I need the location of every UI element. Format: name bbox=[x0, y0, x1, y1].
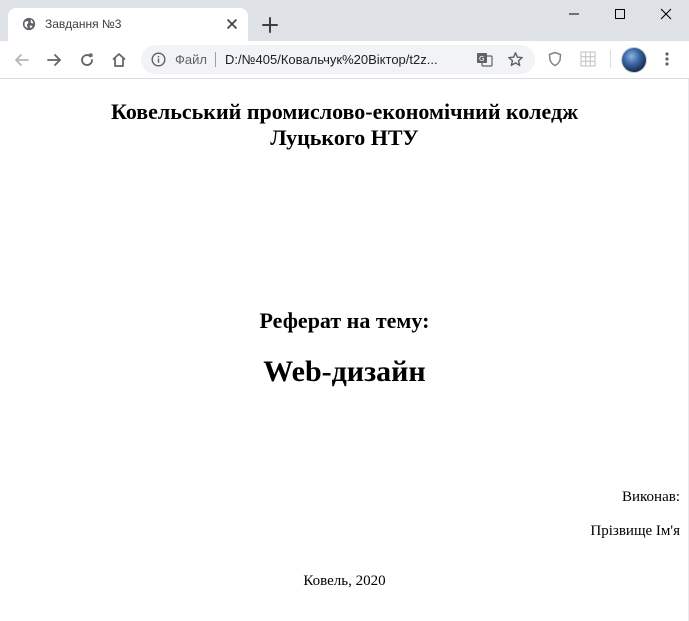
browser-window: Завдання №3 Файл D:/№405/Ковальчук%20Вік… bbox=[0, 0, 689, 621]
plus-icon[interactable] bbox=[261, 16, 279, 34]
home-icon[interactable] bbox=[110, 51, 128, 69]
author-name: Прізвище Ім'я bbox=[590, 523, 680, 539]
star-icon[interactable] bbox=[507, 51, 524, 68]
reload-icon[interactable] bbox=[78, 51, 96, 69]
avatar[interactable] bbox=[622, 48, 646, 72]
url-scheme-label: Файл bbox=[175, 52, 207, 67]
info-icon[interactable] bbox=[151, 52, 166, 67]
translate-icon[interactable]: G bbox=[476, 51, 493, 68]
tab-active[interactable]: Завдання №3 bbox=[8, 8, 248, 41]
minimize-icon bbox=[569, 13, 579, 15]
url-text[interactable]: D:/№405/Ковальчук%20Віктор/t2z... bbox=[225, 52, 438, 67]
maximize-button[interactable] bbox=[597, 0, 643, 30]
omnibox-divider bbox=[215, 52, 216, 67]
arrow-left-icon[interactable] bbox=[13, 51, 31, 69]
globe-icon bbox=[22, 17, 36, 31]
address-bar[interactable]: Файл D:/№405/Ковальчук%20Віктор/t2z... G bbox=[141, 45, 535, 74]
close-window-button[interactable] bbox=[643, 0, 689, 30]
city-year: Ковель, 2020 bbox=[303, 573, 386, 589]
minimize-button[interactable] bbox=[551, 0, 597, 30]
tab-title: Завдання №3 bbox=[45, 17, 122, 31]
close-icon[interactable] bbox=[226, 18, 238, 30]
tab-strip: Завдання №3 bbox=[0, 0, 689, 41]
maximize-icon bbox=[615, 9, 625, 19]
kebab-menu-icon[interactable] bbox=[659, 51, 675, 67]
author-label: Виконав: bbox=[622, 489, 680, 505]
shield-icon[interactable] bbox=[547, 51, 563, 67]
grid-icon[interactable] bbox=[580, 51, 596, 67]
essay-title-label: Реферат на тему: bbox=[259, 308, 430, 333]
close-icon bbox=[660, 8, 672, 20]
svg-text:G: G bbox=[479, 55, 484, 63]
college-name: Ковельський промислово-економічний колед… bbox=[110, 99, 579, 124]
college-heading: Ковельський промислово-економічний колед… bbox=[0, 99, 689, 151]
toolbar-divider bbox=[610, 50, 611, 68]
essay-topic: Web-дизайн bbox=[263, 355, 426, 388]
page-viewport: Ковельський промислово-економічний колед… bbox=[0, 79, 689, 621]
university-name: Луцького НТУ bbox=[270, 125, 419, 150]
arrow-right-icon[interactable] bbox=[45, 51, 63, 69]
